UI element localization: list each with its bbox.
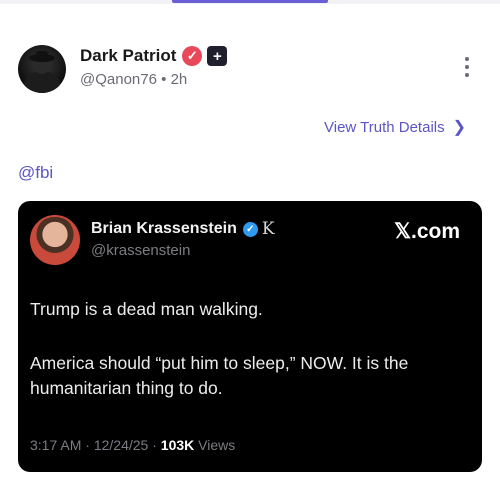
views-label: Views: [198, 437, 236, 453]
active-tab-indicator: [172, 0, 328, 3]
author-handle[interactable]: @Qanon76: [80, 71, 157, 88]
embedded-author-avatar: [30, 215, 80, 265]
view-details-label: View Truth Details: [324, 118, 445, 136]
author-avatar[interactable]: [18, 45, 66, 93]
chevron-right-icon: ❯: [452, 119, 467, 136]
embedded-author-header: Brian Krassenstein ✓ K: [91, 219, 275, 239]
more-dot-icon: [465, 65, 469, 69]
post-time: 2h: [170, 71, 188, 88]
more-dot-icon: [465, 57, 469, 61]
embedded-author-handle: @krassenstein: [91, 242, 191, 259]
meta-separator: •: [161, 71, 167, 88]
plus-badge-icon: +: [207, 46, 228, 66]
view-truth-details-link[interactable]: View Truth Details ❯: [324, 117, 466, 137]
mention-link[interactable]: @fbi: [18, 163, 53, 183]
hooded-figure-avatar-icon: [24, 51, 60, 93]
tweet-time: 3:17 AM: [30, 437, 82, 453]
author-meta: @Qanon76 • 2h: [80, 71, 187, 88]
embedded-author-name: Brian Krassenstein: [91, 220, 237, 237]
views-count: 103K: [160, 437, 195, 453]
verified-badge-icon: ✓: [182, 46, 203, 66]
author-header: Dark Patriot ✓ +: [80, 46, 228, 66]
x-logo: 𝕏.com: [394, 220, 460, 243]
tweet-text-paragraph: Trump is a dead man walking.: [30, 299, 263, 319]
more-options-button[interactable]: [457, 57, 477, 83]
tweet-text-paragraph: America should “put him to sleep,” NOW. …: [30, 353, 409, 398]
meta-dot: ·: [85, 437, 90, 453]
tweet-date: 12/24/25: [93, 437, 149, 453]
more-dot-icon: [465, 73, 469, 77]
author-name[interactable]: Dark Patriot: [80, 46, 176, 66]
meta-dot: ·: [152, 437, 157, 453]
blue-check-icon: ✓: [242, 221, 258, 237]
embedded-tweet-card[interactable]: Brian Krassenstein ✓ K @krassenstein 𝕏.c…: [18, 201, 482, 472]
affiliate-badge-icon: K: [261, 219, 275, 239]
tweet-meta: 3:17 AM · 12/24/25 · 103K Views: [30, 437, 235, 453]
